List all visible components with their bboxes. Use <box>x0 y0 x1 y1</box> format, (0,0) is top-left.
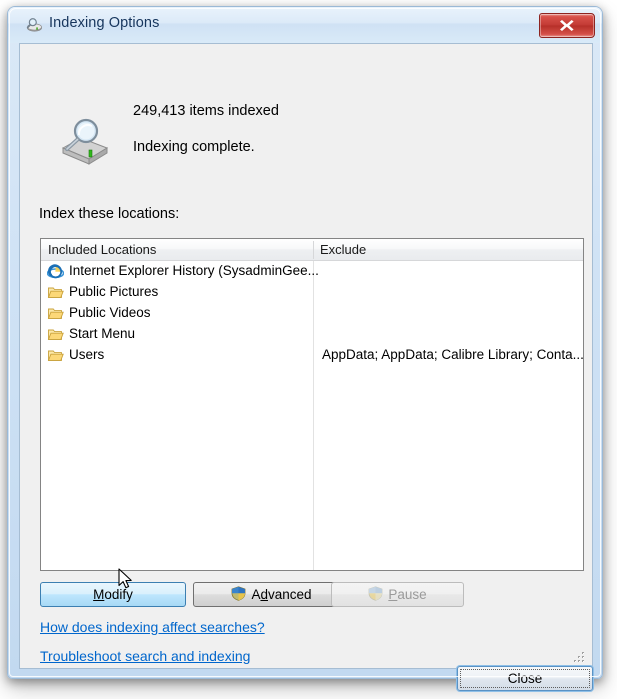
index-locations-label: Index these locations: <box>39 206 180 222</box>
advanced-label-suffix: vanced <box>267 587 312 602</box>
table-row[interactable]: Public Videos <box>41 303 583 324</box>
pause-accel-char: P <box>388 587 398 602</box>
list-header-row: Included Locations Exclude <box>41 239 583 261</box>
folder-icon <box>47 347 64 364</box>
column-header-divider <box>313 241 314 259</box>
uac-shield-icon-disabled <box>368 585 383 604</box>
folder-icon <box>47 284 64 301</box>
close-button[interactable]: Close <box>457 666 593 691</box>
close-x-icon <box>560 20 574 31</box>
internet-explorer-icon <box>46 263 65 280</box>
dialog-window: Indexing Options 249,413 items indexed I… <box>7 6 603 691</box>
advanced-button-label: Advanced <box>251 587 311 602</box>
column-header-included[interactable]: Included Locations <box>48 242 156 257</box>
dialog-client-area: 249,413 items indexed Indexing complete.… <box>19 43 593 691</box>
uac-shield-icon <box>231 585 246 604</box>
advanced-button[interactable]: Advanced <box>193 582 350 607</box>
resize-grip-icon[interactable] <box>572 650 586 664</box>
items-indexed-count: 249,413 items indexed <box>133 103 279 119</box>
pause-button: Pause <box>331 582 464 607</box>
table-row[interactable]: Users AppData; AppData; Calibre Library;… <box>41 345 583 366</box>
pause-button-label: Pause <box>388 587 426 602</box>
location-name: Internet Explorer History (SysadminGee..… <box>69 263 319 278</box>
troubleshoot-search-and-indexing-link[interactable]: Troubleshoot search and indexing <box>40 648 250 664</box>
close-button-label: Close <box>507 671 543 686</box>
indexing-status-text: Indexing complete. <box>133 139 255 155</box>
pause-label-suffix: ause <box>397 587 427 602</box>
column-header-exclude[interactable]: Exclude <box>320 242 366 257</box>
location-name: Public Videos <box>69 305 151 320</box>
advanced-accel-char: d <box>260 587 268 602</box>
location-name: Public Pictures <box>69 284 159 299</box>
location-exclusions: AppData; AppData; Calibre Library; Conta… <box>322 347 584 362</box>
folder-icon <box>47 326 64 343</box>
table-row[interactable]: Public Pictures <box>41 282 583 303</box>
window-title: Indexing Options <box>49 15 160 31</box>
table-row[interactable]: Start Menu <box>41 324 583 345</box>
modify-button-label: Modify <box>93 587 133 602</box>
table-row[interactable]: Internet Explorer History (SysadminGee..… <box>41 261 583 282</box>
folder-icon <box>47 305 64 322</box>
included-locations-list[interactable]: Included Locations Exclude Internet Expl… <box>40 238 584 571</box>
modify-label-suffix: odify <box>104 587 133 602</box>
titlebar-close-button[interactable] <box>539 13 595 38</box>
how-does-indexing-affect-searches-link[interactable]: How does indexing affect searches? <box>40 619 265 635</box>
location-name: Users <box>69 347 105 362</box>
drive-magnifier-icon <box>55 116 111 166</box>
list-rows-container: Internet Explorer History (SysadminGee..… <box>41 261 583 366</box>
modify-button[interactable]: Modify <box>40 582 186 607</box>
modify-accel-char: M <box>93 587 105 602</box>
title-bar[interactable]: Indexing Options <box>8 7 602 43</box>
location-name: Start Menu <box>69 326 136 341</box>
indexing-options-icon <box>25 16 43 34</box>
